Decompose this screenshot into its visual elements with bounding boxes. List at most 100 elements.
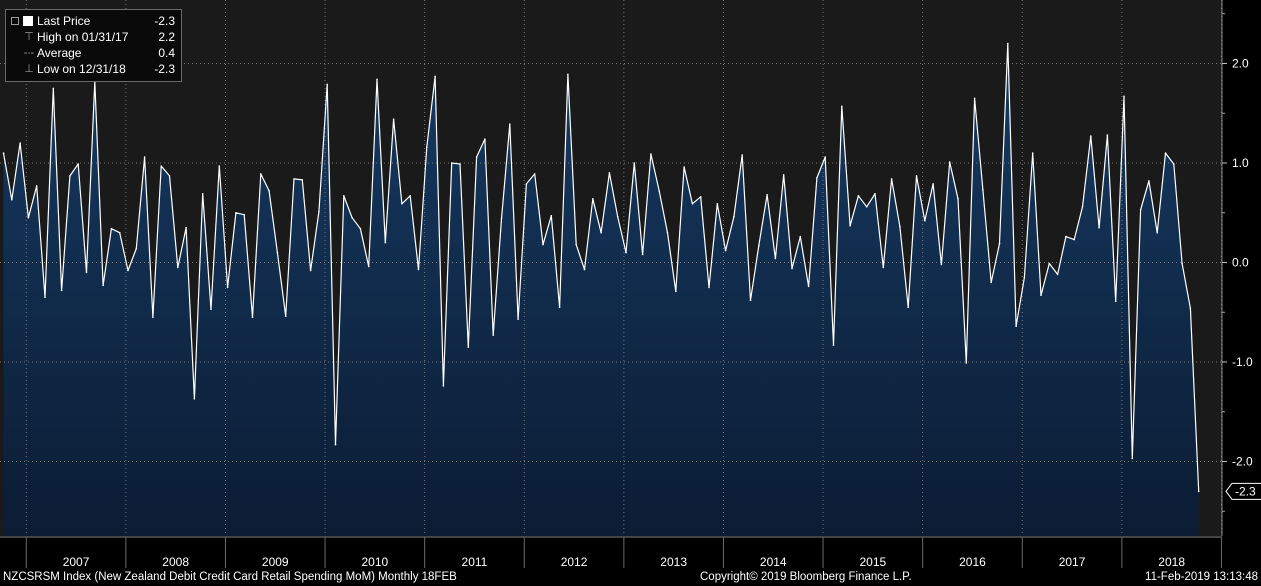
data-point <box>816 177 818 179</box>
data-point <box>990 281 992 284</box>
low-marker-icon: ⊥ <box>24 63 34 75</box>
x-tick-label: 2011 <box>462 555 488 569</box>
data-point <box>915 175 918 177</box>
data-point <box>1139 209 1142 211</box>
data-point <box>766 194 768 196</box>
x-tick-label: 2018 <box>1158 555 1185 569</box>
data-point <box>716 203 719 205</box>
data-point <box>409 195 412 197</box>
data-point <box>1173 163 1175 165</box>
collapse-box-icon[interactable] <box>11 17 19 25</box>
data-point <box>1007 42 1009 45</box>
footer-timestamp: 11-Feb-2019 13:13:48 <box>1145 571 1258 583</box>
data-point <box>85 271 88 274</box>
data-point <box>201 193 204 195</box>
data-point <box>160 165 162 167</box>
data-point <box>616 215 619 218</box>
data-point <box>525 183 528 185</box>
data-point <box>44 296 46 299</box>
data-point <box>791 267 793 270</box>
data-point <box>641 253 644 256</box>
x-tick-label: 2010 <box>361 555 388 569</box>
data-point <box>367 265 370 268</box>
x-tick-label: 2007 <box>63 555 90 569</box>
data-point <box>19 142 21 144</box>
data-point <box>235 212 237 214</box>
data-point <box>799 235 802 238</box>
data-point <box>957 198 959 200</box>
data-point <box>857 195 860 197</box>
legend-row-last-price: Last Price -2.3 <box>6 13 181 29</box>
legend-last-price-value: -2.3 <box>154 14 175 28</box>
data-point <box>691 203 694 205</box>
data-point <box>675 290 677 293</box>
data-point <box>965 362 968 364</box>
footer-index-description: NZCSRSM Index (New Zealand Debit Credit … <box>3 571 457 583</box>
data-point <box>318 211 320 213</box>
data-point <box>542 243 544 246</box>
legend-row-average: -∙- Average 0.4 <box>6 45 181 61</box>
data-point <box>849 224 851 227</box>
data-point <box>1156 231 1158 234</box>
legend-low-value: -2.3 <box>154 62 175 76</box>
data-point <box>301 179 304 181</box>
data-point <box>467 346 470 348</box>
data-point <box>1181 262 1183 265</box>
data-point <box>724 249 727 252</box>
data-point <box>135 247 138 250</box>
data-point <box>683 166 685 168</box>
data-point <box>260 173 262 175</box>
legend-high-value: 2.2 <box>158 30 175 44</box>
last-price-marker-label: -2.3 <box>1235 484 1256 498</box>
data-point <box>359 227 362 230</box>
data-point <box>1073 238 1075 241</box>
data-point <box>1023 276 1026 279</box>
data-point <box>899 225 901 228</box>
data-point <box>168 175 171 177</box>
data-point <box>1015 325 1017 328</box>
data-point <box>1114 300 1117 303</box>
data-point <box>973 97 976 100</box>
data-point <box>152 316 154 319</box>
x-tick-label: 2012 <box>561 555 588 569</box>
data-point <box>185 226 187 229</box>
data-point <box>60 289 63 292</box>
data-point <box>575 243 577 246</box>
data-point <box>351 216 353 219</box>
data-point <box>658 190 660 192</box>
data-point <box>210 308 212 311</box>
x-tick-label: 2015 <box>859 555 886 569</box>
y-tick-label: -1.0 <box>1232 355 1253 369</box>
data-point <box>218 165 221 167</box>
x-tick-label: 2017 <box>1059 555 1086 569</box>
data-point <box>309 269 312 272</box>
legend-last-price-label: Last Price <box>37 14 91 28</box>
data-point <box>774 257 777 260</box>
data-point <box>1123 95 1125 98</box>
data-point <box>583 268 586 271</box>
series-swatch-icon <box>23 16 33 26</box>
data-point <box>127 269 129 272</box>
data-point <box>509 123 511 125</box>
data-point <box>666 231 669 234</box>
legend-row-low: ⊥ Low on 12/31/18 -2.3 <box>6 61 181 77</box>
data-point <box>326 83 329 86</box>
data-point <box>69 175 71 177</box>
data-point <box>276 251 279 254</box>
data-point <box>782 174 785 176</box>
data-point <box>940 263 943 266</box>
data-point <box>1031 152 1034 154</box>
data-point <box>268 190 270 192</box>
data-point <box>1131 457 1134 460</box>
x-tick-label: 2013 <box>660 555 687 569</box>
data-point <box>1148 180 1150 182</box>
y-tick-label: -2.0 <box>1232 455 1253 469</box>
chart-svg: 2.01.00.0-1.0-2.0 2007 2008 2009 2010 2011 20… <box>0 0 1261 569</box>
data-point <box>924 219 926 222</box>
data-point <box>334 443 337 446</box>
data-point <box>998 242 1001 245</box>
data-point <box>841 105 843 108</box>
data-point <box>426 146 428 148</box>
x-axis: 2007 2008 2009 2010 2011 2012 2013 2014 2015 2016… <box>25 537 1222 569</box>
y-tick-label: 1.0 <box>1232 156 1249 170</box>
